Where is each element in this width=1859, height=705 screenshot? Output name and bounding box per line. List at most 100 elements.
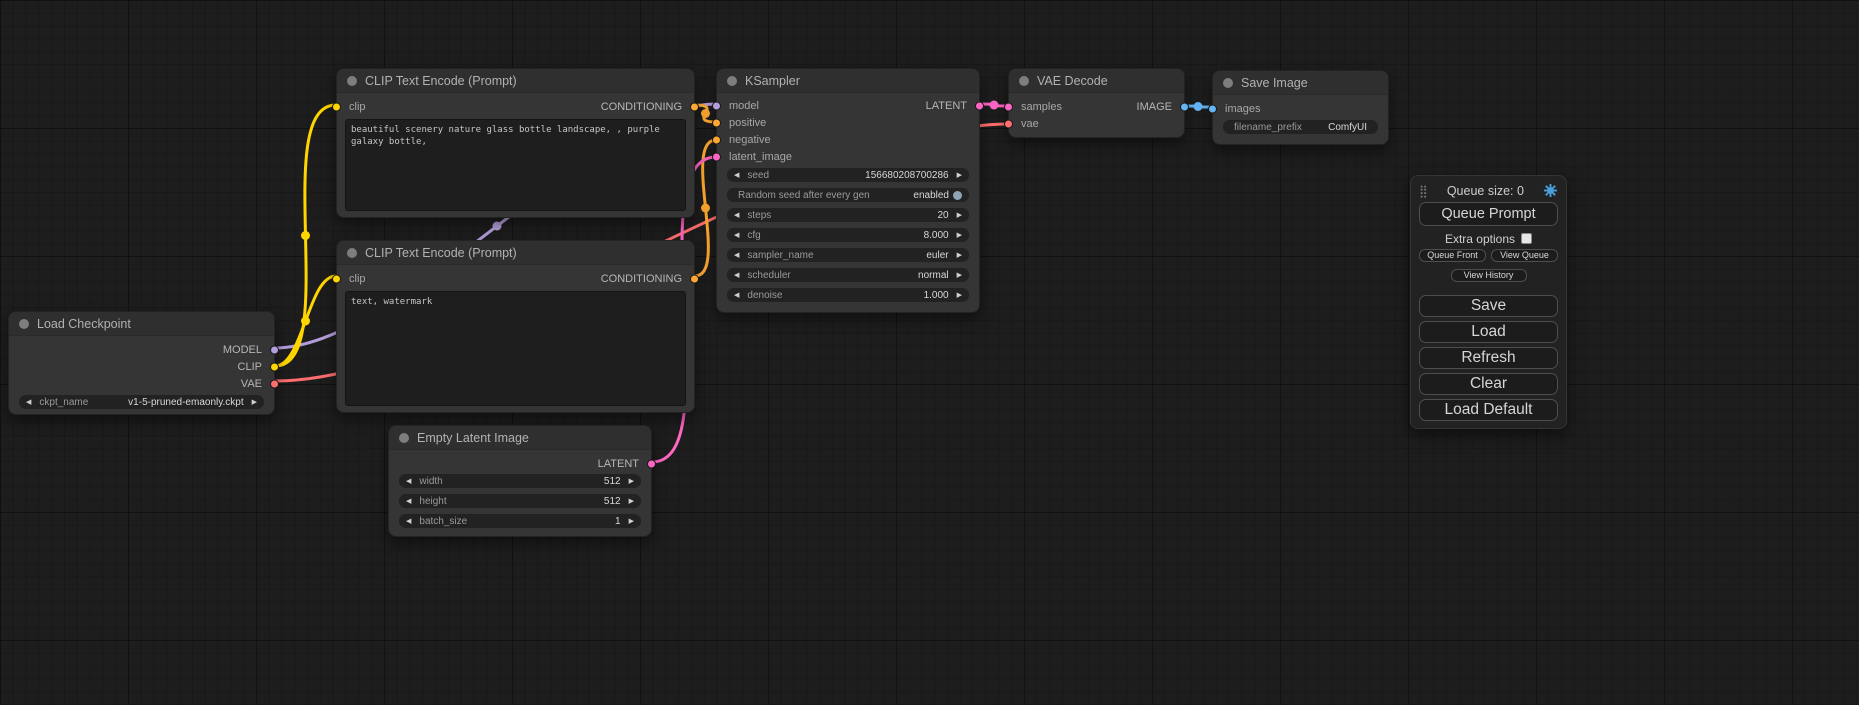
collapse-dot[interactable] [727,76,737,86]
node-save-image[interactable]: Save Image images filename_prefix ComfyU… [1212,70,1389,145]
clear-button[interactable]: Clear [1419,373,1558,395]
increment-arrow[interactable]: ▶ [957,232,962,239]
view-history-button[interactable]: View History [1451,269,1527,282]
node-title-bar[interactable]: KSampler [717,69,979,93]
toggle-knob[interactable] [953,191,962,200]
input-slot-positive[interactable] [712,118,721,127]
queue-front-button[interactable]: Queue Front [1419,249,1486,262]
input-slot-images[interactable] [1208,104,1217,113]
node-title: Load Checkpoint [37,317,131,331]
output-slot-latent[interactable] [975,101,984,110]
widget-label: sampler_name [747,250,813,261]
prev-value-arrow[interactable]: ◀ [734,272,739,279]
output-label-latent: LATENT [926,100,967,112]
settings-gear-icon[interactable] [1543,183,1558,198]
node-clip-text-encode-negative[interactable]: CLIP Text Encode (Prompt) clip CONDITION… [336,240,695,413]
input-slot-samples[interactable] [1004,102,1013,111]
input-slot-model[interactable] [712,101,721,110]
node-title-bar[interactable]: Empty Latent Image [389,426,651,450]
node-ksampler[interactable]: KSampler model LATENT positive negative … [716,68,980,313]
widget-cfg[interactable]: ◀ cfg 8.000 ▶ [727,228,969,242]
output-slot-image[interactable] [1180,102,1189,111]
widget-label: height [419,496,446,507]
node-title-bar[interactable]: Save Image [1213,71,1388,95]
increment-arrow[interactable]: ▶ [957,172,962,179]
widget-height[interactable]: ◀ height 512 ▶ [399,494,641,508]
node-empty-latent-image[interactable]: Empty Latent Image LATENT ◀ width 512 ▶ … [388,425,652,537]
output-slot-conditioning[interactable] [690,102,699,111]
input-label-latent-image: latent_image [729,151,792,163]
widget-denoise[interactable]: ◀ denoise 1.000 ▶ [727,288,969,302]
node-vae-decode[interactable]: VAE Decode samples IMAGE vae [1008,68,1185,138]
input-label-images: images [1225,103,1260,115]
prompt-textarea[interactable]: text, watermark [345,291,686,406]
increment-arrow[interactable]: ▶ [629,498,634,505]
widget-filename-prefix[interactable]: filename_prefix ComfyUI [1223,120,1378,134]
view-history-row: View History [1419,265,1558,283]
comfy-menu-panel[interactable]: ⣿ Queue size: 0 Queue Prompt Extra optio… [1410,175,1567,429]
widget-value: 8.000 [924,230,949,241]
collapse-dot[interactable] [1019,76,1029,86]
widget-value: euler [926,250,948,261]
save-button[interactable]: Save [1419,295,1558,317]
refresh-button[interactable]: Refresh [1419,347,1558,369]
input-slot-vae[interactable] [1004,119,1013,128]
decrement-arrow[interactable]: ◀ [734,292,739,299]
collapse-dot[interactable] [1223,78,1233,88]
collapse-dot[interactable] [399,433,409,443]
node-title-bar[interactable]: CLIP Text Encode (Prompt) [337,241,694,265]
output-label-conditioning: CONDITIONING [601,101,682,113]
decrement-arrow[interactable]: ◀ [406,498,411,505]
prev-value-arrow[interactable]: ◀ [734,252,739,259]
increment-arrow[interactable]: ▶ [957,212,962,219]
extra-options-checkbox[interactable] [1521,233,1532,244]
widget-width[interactable]: ◀ width 512 ▶ [399,474,641,488]
node-title-bar[interactable]: Load Checkpoint [9,312,274,336]
collapse-dot[interactable] [347,248,357,258]
next-value-arrow[interactable]: ▶ [252,399,257,406]
next-value-arrow[interactable]: ▶ [957,272,962,279]
increment-arrow[interactable]: ▶ [629,518,634,525]
increment-arrow[interactable]: ▶ [957,292,962,299]
menu-header: ⣿ Queue size: 0 [1419,182,1558,199]
load-default-button[interactable]: Load Default [1419,399,1558,421]
queue-prompt-button[interactable]: Queue Prompt [1419,202,1558,226]
decrement-arrow[interactable]: ◀ [734,172,739,179]
node-title-bar[interactable]: CLIP Text Encode (Prompt) [337,69,694,93]
input-slot-negative[interactable] [712,135,721,144]
decrement-arrow[interactable]: ◀ [406,478,411,485]
prev-value-arrow[interactable]: ◀ [26,399,31,406]
drag-handle-icon[interactable]: ⣿ [1419,185,1428,197]
view-queue-button[interactable]: View Queue [1491,249,1558,262]
widget-random-seed-toggle[interactable]: Random seed after every gen enabled [727,188,969,202]
input-slot-clip[interactable] [332,102,341,111]
widget-ckpt-name[interactable]: ◀ ckpt_name v1-5-pruned-emaonly.ckpt ▶ [19,395,264,409]
node-title-bar[interactable]: VAE Decode [1009,69,1184,93]
output-slot-conditioning[interactable] [690,274,699,283]
widget-scheduler[interactable]: ◀ scheduler normal ▶ [727,268,969,282]
widget-sampler-name[interactable]: ◀ sampler_name euler ▶ [727,248,969,262]
output-slot-clip[interactable] [270,362,279,371]
widget-batch-size[interactable]: ◀ batch_size 1 ▶ [399,514,641,528]
widget-label: scheduler [747,270,790,281]
collapse-dot[interactable] [19,319,29,329]
load-button[interactable]: Load [1419,321,1558,343]
decrement-arrow[interactable]: ◀ [406,518,411,525]
prompt-textarea[interactable]: beautiful scenery nature glass bottle la… [345,119,686,211]
collapse-dot[interactable] [347,76,357,86]
increment-arrow[interactable]: ▶ [629,478,634,485]
decrement-arrow[interactable]: ◀ [734,232,739,239]
node-load-checkpoint[interactable]: Load Checkpoint MODEL CLIP VAE ◀ ckpt_na… [8,311,275,415]
output-slot-latent[interactable] [647,459,656,468]
output-slot-model[interactable] [270,345,279,354]
output-slot-vae[interactable] [270,379,279,388]
next-value-arrow[interactable]: ▶ [957,252,962,259]
input-slot-latent-image[interactable] [712,152,721,161]
input-slot-clip[interactable] [332,274,341,283]
input-label-positive: positive [729,117,766,129]
widget-seed[interactable]: ◀ seed 156680208700286 ▶ [727,168,969,182]
widget-steps[interactable]: ◀ steps 20 ▶ [727,208,969,222]
node-clip-text-encode-positive[interactable]: CLIP Text Encode (Prompt) clip CONDITION… [336,68,695,218]
decrement-arrow[interactable]: ◀ [734,212,739,219]
widget-value: 1 [615,516,621,527]
